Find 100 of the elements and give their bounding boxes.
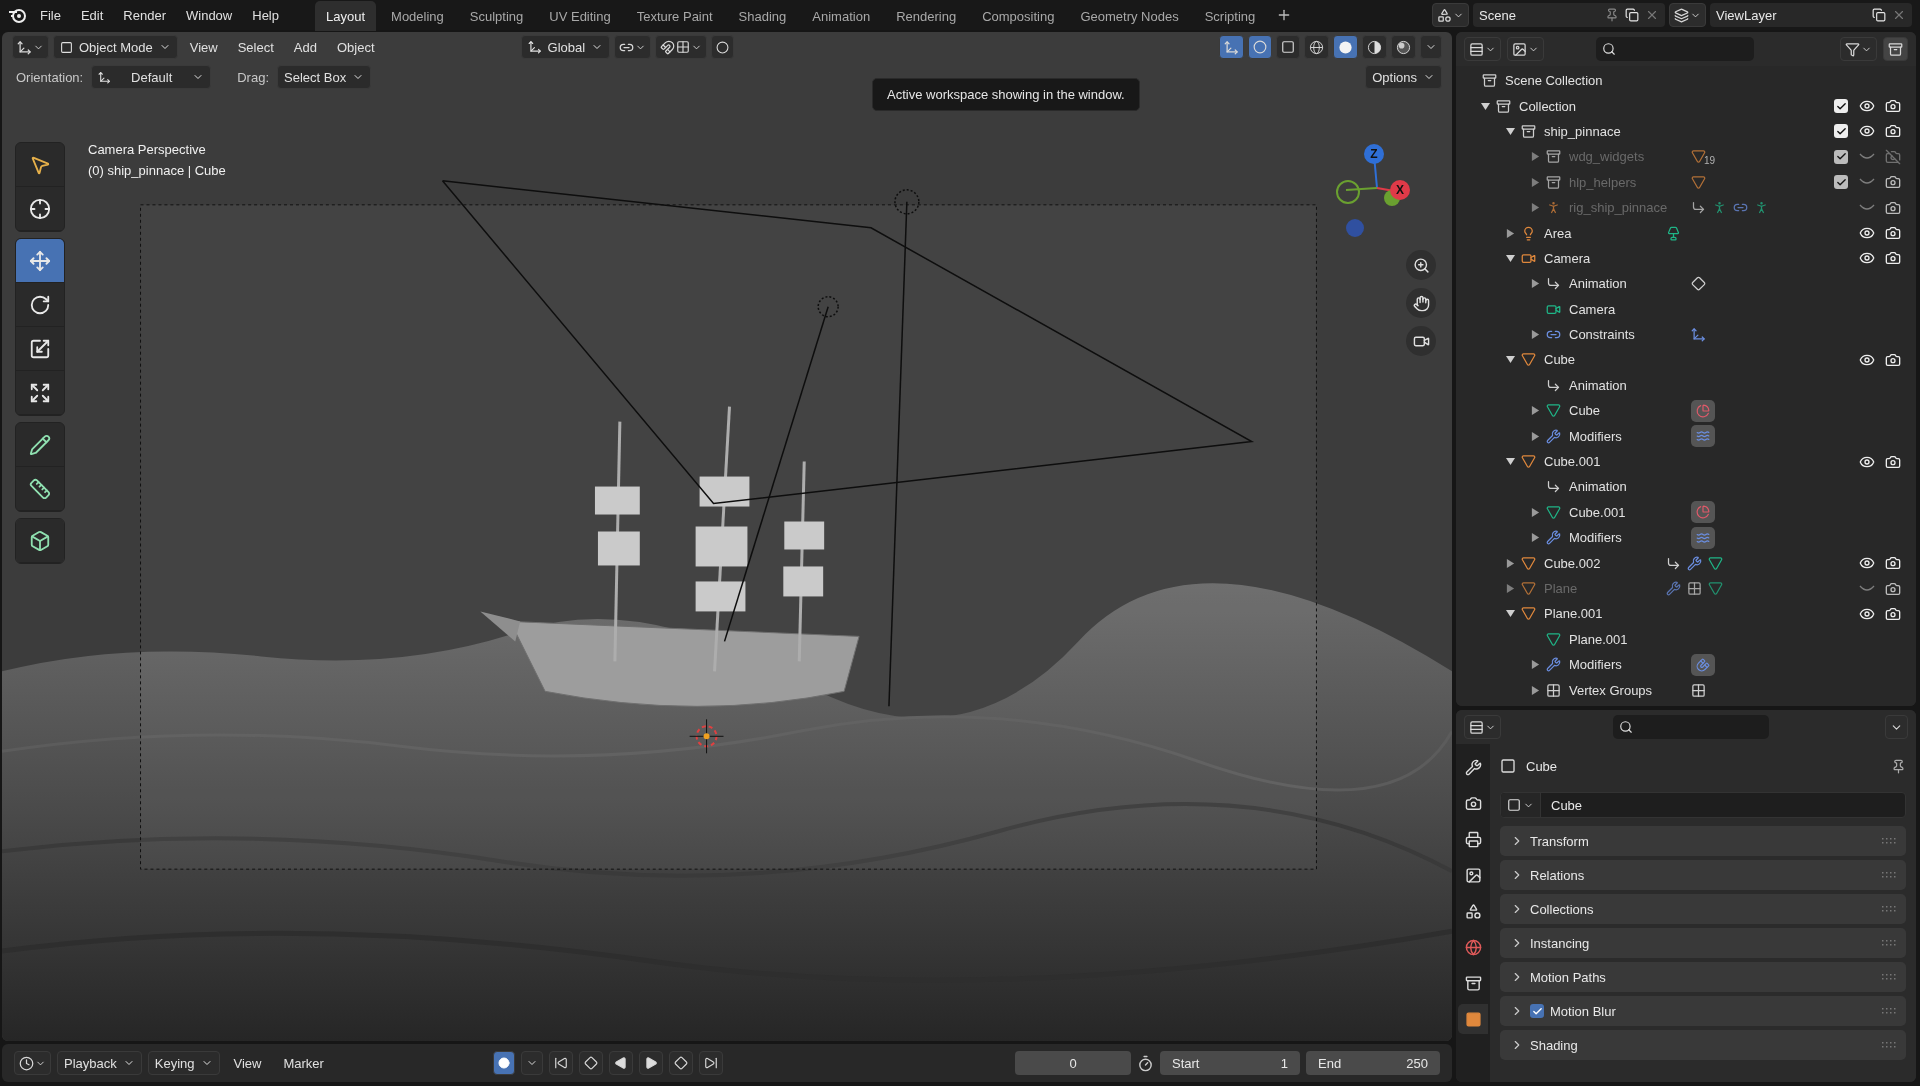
drag-handle-icon[interactable]	[1882, 1008, 1896, 1014]
menu-item[interactable]: Render	[115, 3, 174, 27]
disclosure-triangle-icon[interactable]	[1530, 660, 1540, 670]
outliner-item[interactable]: Modifiers	[1456, 652, 1916, 678]
scene-selector-button[interactable]	[1432, 3, 1469, 27]
workspace-tab[interactable]: Modeling	[380, 1, 455, 31]
mode-dropdown[interactable]: Object Mode	[53, 35, 178, 59]
outliner-item[interactable]: Animation	[1456, 271, 1916, 297]
proportional-edit-button[interactable]	[711, 35, 735, 59]
closed-eye-icon[interactable]	[1859, 152, 1875, 161]
options-dropdown[interactable]: Options	[1365, 65, 1442, 89]
drag-handle-icon[interactable]	[1882, 872, 1896, 878]
shading-button[interactable]	[1304, 35, 1329, 59]
menu-item[interactable]: View	[181, 35, 226, 59]
outliner-item[interactable]: Cube	[1456, 347, 1916, 373]
closed-eye-icon[interactable]	[1859, 584, 1875, 593]
menu-item[interactable]: Add	[285, 35, 325, 59]
orbit-logo-icon[interactable]	[8, 6, 28, 24]
menu-item[interactable]: Help	[244, 3, 287, 27]
end-frame-field[interactable]: End 250	[1306, 1051, 1440, 1075]
outliner-item[interactable]: Modifiers	[1456, 525, 1916, 551]
collapse-button[interactable]	[1885, 715, 1908, 739]
workspace-tab[interactable]: Geometry Nodes	[1069, 1, 1190, 31]
xray-button[interactable]	[1276, 35, 1300, 59]
jump-start-button[interactable]	[549, 1051, 573, 1075]
menu-item[interactable]: Select	[229, 35, 282, 59]
drag-handle-icon[interactable]	[1882, 838, 1896, 844]
drag-handle-icon[interactable]	[1882, 1042, 1896, 1048]
outliner-item[interactable]: Modifiers	[1456, 423, 1916, 449]
outliner-item[interactable]: ship_pinnace	[1456, 118, 1916, 145]
panel-header[interactable]: Motion Paths	[1500, 962, 1906, 992]
closed-eye-icon[interactable]	[1859, 203, 1875, 212]
outliner-item[interactable]: Camera	[1456, 296, 1916, 322]
disclosure-triangle-icon[interactable]	[1530, 507, 1540, 517]
new-collection-button[interactable]	[1883, 37, 1908, 61]
menu-item[interactable]: Window	[178, 3, 241, 27]
menu-dropdown[interactable]: Playback	[57, 1051, 142, 1075]
search-field[interactable]	[1613, 715, 1769, 739]
search-field[interactable]	[1596, 37, 1754, 61]
zoom-button[interactable]	[1406, 250, 1436, 280]
disclosure-triangle-icon[interactable]	[1505, 558, 1515, 568]
disclosure-triangle-icon[interactable]	[1530, 685, 1540, 695]
drag-handle-icon[interactable]	[1882, 940, 1896, 946]
object-name-field[interactable]: Cube	[1500, 792, 1906, 818]
checkbox[interactable]	[1530, 1004, 1544, 1018]
orientation-dropdown[interactable]: Global	[520, 35, 611, 59]
filter-button[interactable]	[1840, 37, 1877, 61]
tool-button[interactable]	[16, 519, 64, 563]
scene-field[interactable]: Scene	[1473, 3, 1665, 27]
outliner-item[interactable]: Scene Collection	[1456, 68, 1916, 94]
outliner-item[interactable]: Cube.001	[1456, 448, 1916, 475]
workspace-tab[interactable]: Scripting	[1193, 1, 1267, 31]
outliner-item[interactable]: wdg_widgets 19	[1456, 144, 1916, 170]
disclosure-triangle-icon[interactable]	[1530, 431, 1540, 441]
editor-type-button[interactable]	[1464, 715, 1501, 739]
drag-handle-icon[interactable]	[1882, 906, 1896, 912]
play-button[interactable]	[639, 1051, 663, 1075]
outliner-item[interactable]: Plane.001	[1456, 601, 1916, 627]
disclosure-triangle-icon[interactable]	[1505, 126, 1515, 136]
editor-type-button[interactable]	[14, 1051, 51, 1075]
play-reverse-button[interactable]	[609, 1051, 633, 1075]
closed-eye-icon[interactable]	[1859, 178, 1875, 187]
panel-header[interactable]: Transform	[1500, 826, 1906, 856]
panel-header[interactable]: Shading	[1500, 1030, 1906, 1060]
record-button[interactable]	[493, 1051, 515, 1075]
tool-button[interactable]	[16, 239, 64, 283]
previous-keyframe-button[interactable]	[579, 1051, 603, 1075]
workspace-tab[interactable]: Sculpting	[458, 1, 535, 31]
current-frame-field[interactable]: 0	[1015, 1051, 1131, 1075]
pivot-button[interactable]	[614, 35, 652, 59]
panel-header[interactable]: Instancing	[1500, 928, 1906, 958]
checkbox[interactable]	[1834, 175, 1848, 190]
properties-tab[interactable]	[1458, 1004, 1488, 1034]
checkbox[interactable]	[1834, 99, 1848, 114]
disclosure-triangle-icon[interactable]	[1530, 330, 1540, 340]
display-mode-button[interactable]	[1464, 37, 1501, 61]
outliner-item[interactable]: Animation	[1456, 474, 1916, 500]
menu-item[interactable]: Edit	[72, 3, 112, 27]
panel-header[interactable]: Collections	[1500, 894, 1906, 924]
drag-handle-icon[interactable]	[1882, 974, 1896, 980]
shading-button[interactable]	[1362, 35, 1387, 59]
checkbox[interactable]	[1834, 149, 1848, 164]
editor-type-button[interactable]	[12, 35, 49, 59]
disclosure-triangle-icon[interactable]	[1530, 279, 1540, 289]
outliner-item[interactable]: Cube.001	[1456, 499, 1916, 526]
workspace-tab[interactable]: Animation	[801, 1, 882, 31]
disclosure-triangle-icon[interactable]	[1505, 228, 1515, 238]
disclosure-triangle-icon[interactable]	[1505, 253, 1515, 263]
record-options-button[interactable]	[521, 1051, 543, 1075]
next-keyframe-button[interactable]	[669, 1051, 693, 1075]
menu-item[interactable]: File	[32, 3, 69, 27]
shading-button[interactable]	[1391, 35, 1416, 59]
outliner-item[interactable]: Cube.002	[1456, 550, 1916, 576]
outliner-item[interactable]: Camera	[1456, 245, 1916, 272]
outliner-item[interactable]: Cube	[1456, 398, 1916, 424]
snap-button[interactable]	[655, 35, 708, 59]
menu-dropdown[interactable]: Keying	[147, 1051, 220, 1075]
gizmo-button[interactable]	[1219, 35, 1244, 59]
disclosure-triangle-icon[interactable]	[1505, 355, 1515, 365]
axis-handle[interactable]: Z	[1364, 144, 1384, 164]
